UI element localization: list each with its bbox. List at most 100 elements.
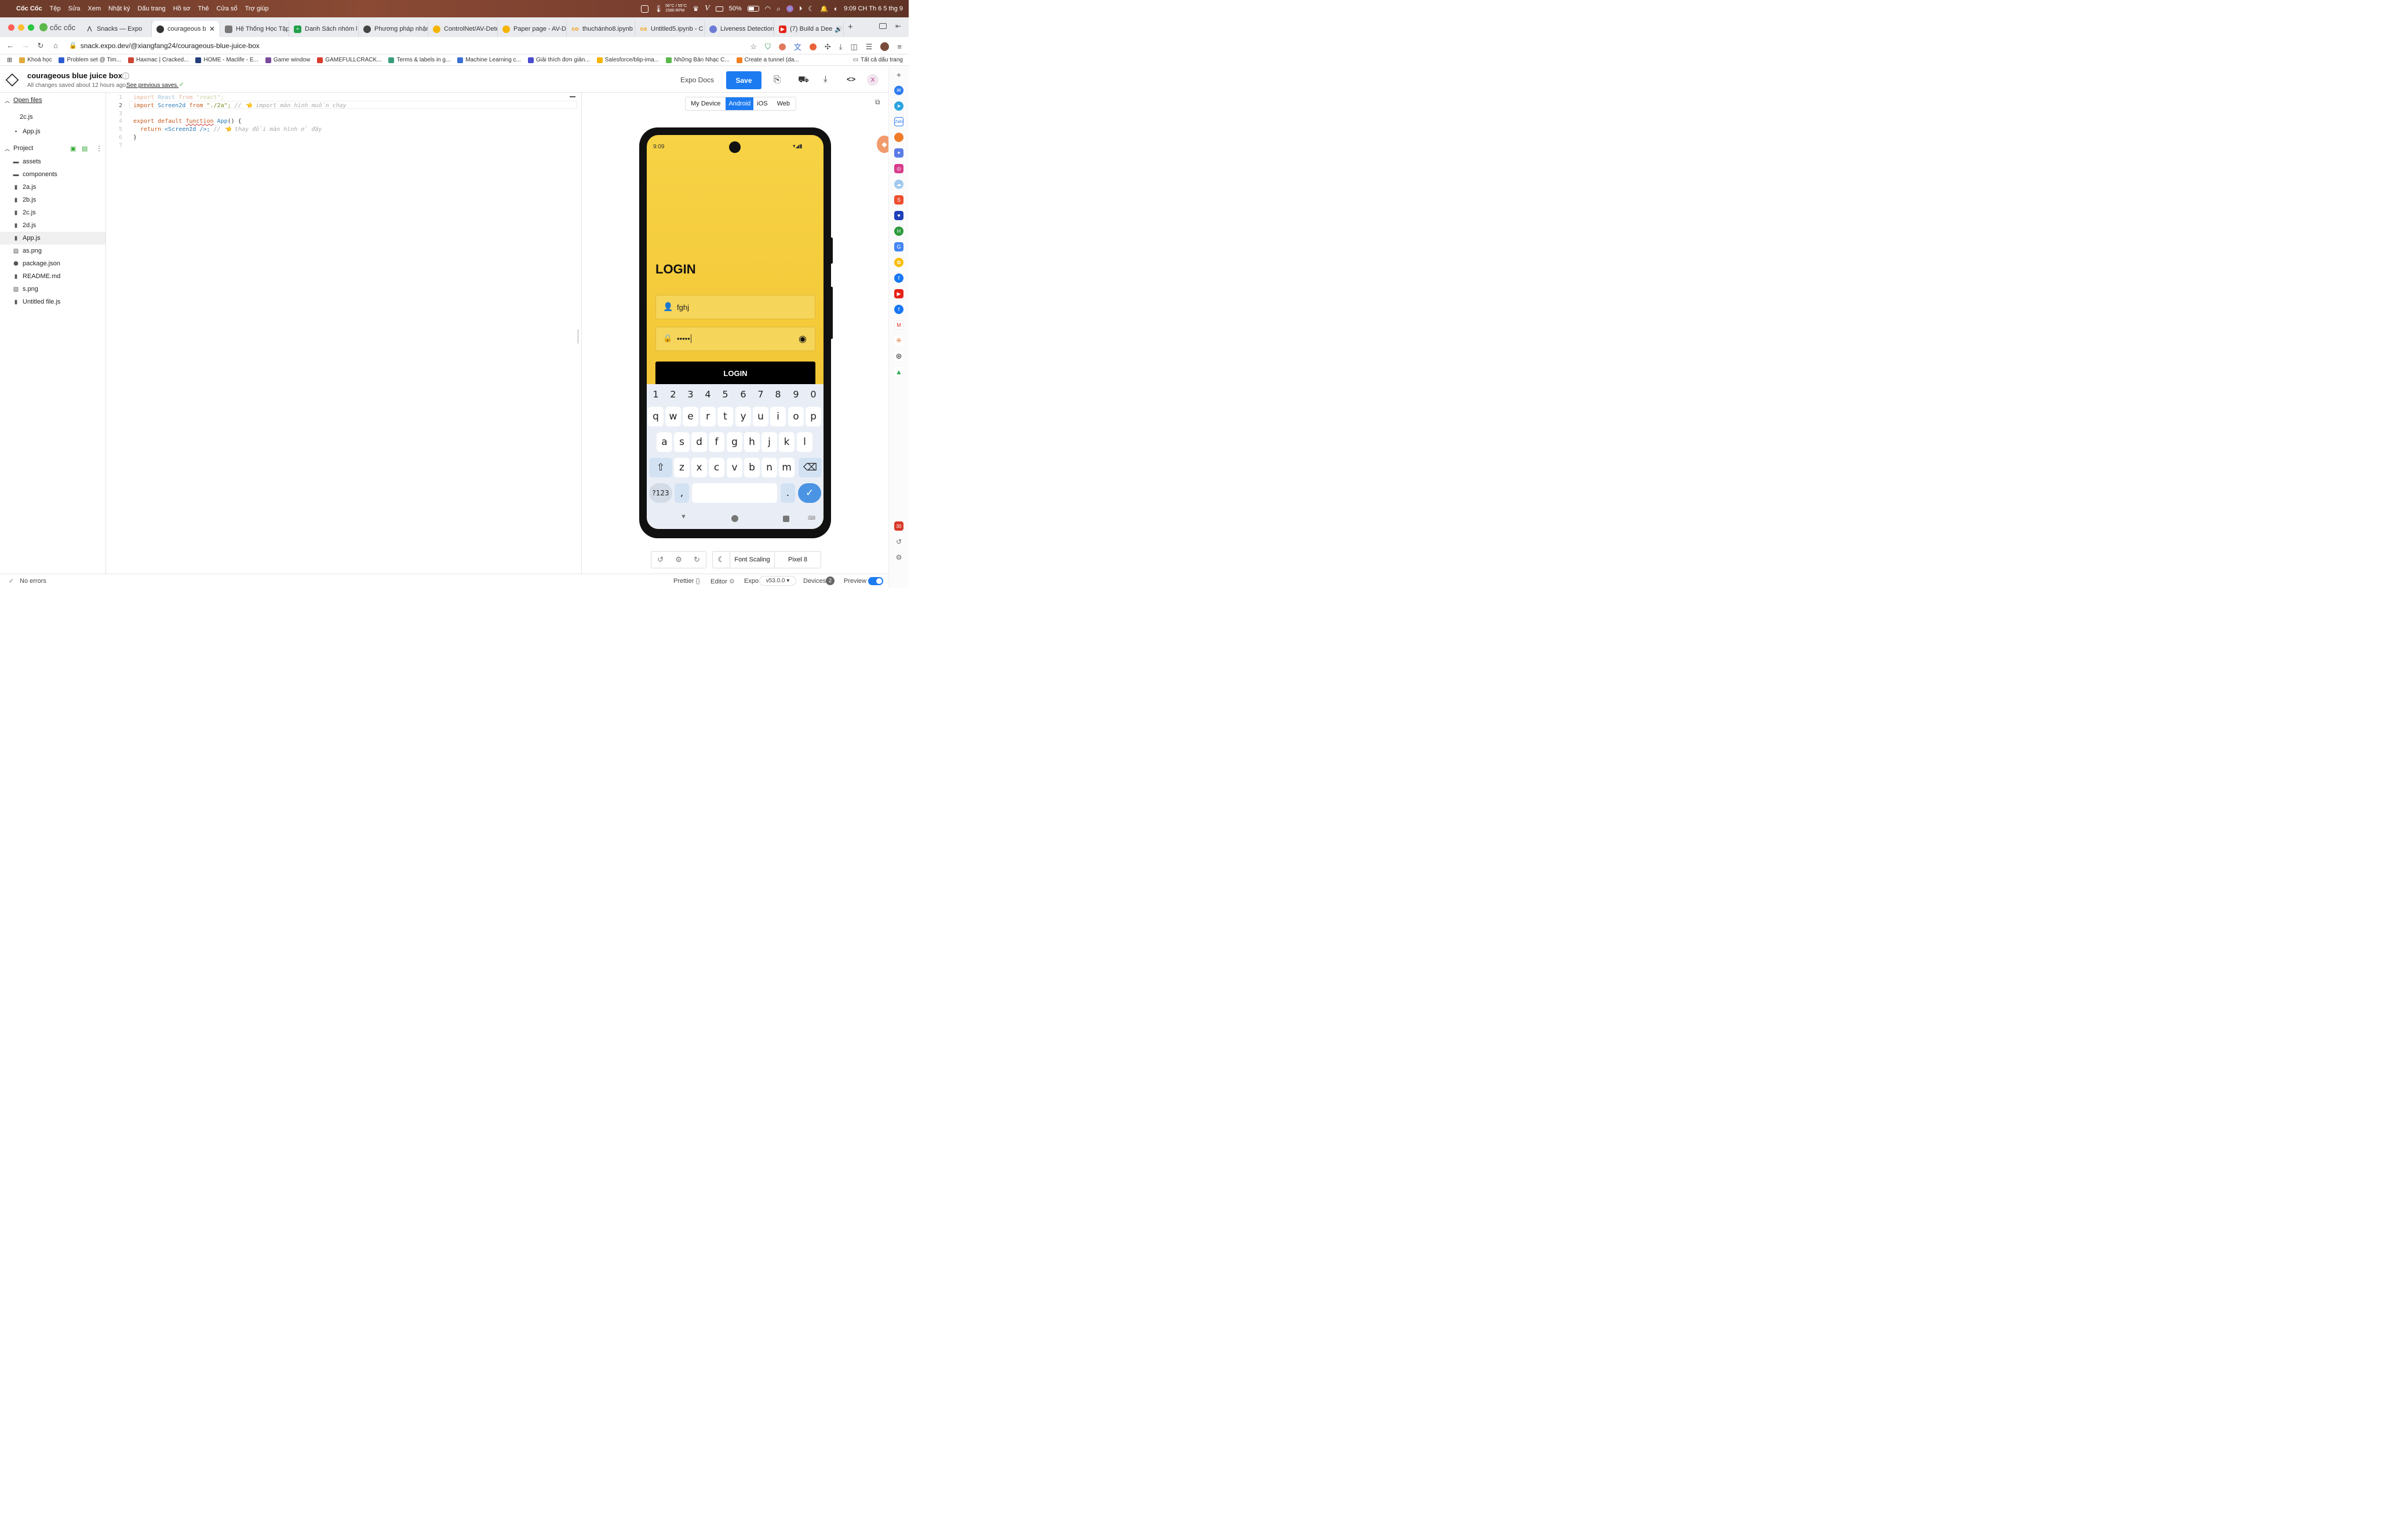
messenger-icon[interactable]: ✉ bbox=[894, 86, 903, 95]
zalo-icon[interactable]: Zalo bbox=[894, 117, 903, 126]
keyboard-letter-key[interactable]: k bbox=[779, 432, 795, 452]
editor-settings-button[interactable]: Editor ⚙ bbox=[710, 578, 735, 585]
keyboard-number-key[interactable]: 0 bbox=[806, 388, 821, 400]
sdk-version-select[interactable]: v53.0.0 ▾ bbox=[759, 576, 796, 586]
add-app-icon[interactable]: + bbox=[894, 70, 903, 79]
tab-youtube[interactable]: ▶ (7) Build a Dee 🔊 bbox=[774, 21, 844, 37]
h-app-icon[interactable]: H bbox=[894, 227, 903, 236]
done-check-icon[interactable]: ✓ bbox=[798, 483, 821, 503]
extension-red-icon[interactable] bbox=[809, 43, 817, 50]
keyboard-number-key[interactable]: 8 bbox=[770, 388, 786, 400]
keyboard-letter-key[interactable]: j bbox=[761, 432, 777, 452]
snack-logo-icon[interactable] bbox=[5, 73, 19, 87]
lazada-icon[interactable]: ♥ bbox=[894, 211, 903, 220]
close-window-button[interactable] bbox=[8, 24, 14, 31]
preview-toggle[interactable] bbox=[868, 577, 883, 585]
keyboard-letter-key[interactable]: z bbox=[674, 458, 690, 477]
nav-back-icon[interactable]: ▼ bbox=[680, 513, 687, 520]
keyboard-letter-key[interactable]: l bbox=[797, 432, 812, 452]
keyboard-number-key[interactable]: 3 bbox=[683, 388, 698, 400]
menu-item-history[interactable]: Nhật ký bbox=[108, 5, 130, 12]
keyboard-letter-key[interactable]: c bbox=[709, 458, 724, 477]
tab-my-device[interactable]: My Device bbox=[686, 97, 726, 110]
minimize-window-button[interactable] bbox=[18, 24, 24, 31]
moon-icon[interactable]: ☾ bbox=[808, 5, 814, 13]
bookmark-item[interactable]: Game window bbox=[265, 57, 310, 63]
temp-readout[interactable]: 56°C / 55°C 1580 RPM bbox=[665, 4, 687, 13]
lock-icon[interactable]: 🔒 bbox=[69, 42, 77, 49]
bookmark-item[interactable]: Giải thích đơn giản... bbox=[527, 57, 590, 63]
info-icon[interactable]: i bbox=[122, 72, 129, 79]
control-center-icon[interactable]: ◐ bbox=[834, 5, 838, 13]
keyboard-number-key[interactable]: 6 bbox=[735, 388, 751, 400]
tab-liveness[interactable]: Liveness Detection bbox=[705, 21, 774, 37]
history-icon[interactable]: ↺ bbox=[894, 537, 903, 546]
menu-item-file[interactable]: Tệp bbox=[50, 5, 61, 12]
username-field[interactable]: 👤 fghj bbox=[655, 295, 815, 319]
zoom-window-button[interactable] bbox=[28, 24, 34, 31]
keyboard-letter-key[interactable]: o bbox=[788, 407, 804, 426]
bookmark-item[interactable]: Machine Learning c... bbox=[457, 57, 521, 63]
claude-icon[interactable]: ✳ bbox=[894, 336, 903, 345]
shopee-icon[interactable]: S bbox=[894, 195, 903, 205]
expo-go-icon[interactable]: ⛟ bbox=[798, 75, 809, 86]
file-item[interactable]: ▨ s.png bbox=[0, 283, 105, 295]
bookmark-item[interactable]: GAMEFULLCRACK... bbox=[317, 57, 381, 63]
weather-icon[interactable]: ☁ bbox=[894, 180, 903, 189]
keyboard-letter-key[interactable]: v bbox=[727, 458, 742, 477]
more-options-icon[interactable]: ⋮ bbox=[96, 144, 103, 152]
keyboard-letter-key[interactable]: d bbox=[691, 432, 707, 452]
save-button[interactable]: Save bbox=[726, 71, 761, 89]
facebook-icon[interactable]: f bbox=[894, 305, 903, 314]
comma-key[interactable]: , bbox=[675, 483, 689, 503]
reload-icon[interactable]: ↻ bbox=[33, 41, 48, 50]
play-icon[interactable]: ⏵ bbox=[799, 5, 803, 13]
keyboard-letter-key[interactable]: p bbox=[806, 407, 821, 426]
device-select[interactable]: Pixel 8 bbox=[775, 552, 821, 568]
keyboard-letter-key[interactable]: h bbox=[744, 432, 760, 452]
errors-status[interactable]: No errors bbox=[20, 578, 46, 585]
file-item[interactable]: ▮ 2d.js bbox=[0, 219, 105, 232]
symbols-key[interactable]: ?123 bbox=[649, 483, 672, 503]
tab-phuong-phap[interactable]: Phương pháp nhận bbox=[359, 21, 428, 37]
google-drive-icon[interactable]: ▲ bbox=[894, 367, 903, 377]
tab-web[interactable]: Web bbox=[771, 97, 796, 110]
keyboard-icon[interactable] bbox=[715, 6, 723, 12]
bookmark-item[interactable]: HOME - Maclife - E... bbox=[195, 57, 258, 63]
keyboard-number-key[interactable]: 7 bbox=[753, 388, 768, 400]
keyboard-letter-key[interactable]: a bbox=[657, 432, 672, 452]
bookmark-item[interactable]: Terms & labels in g... bbox=[388, 57, 450, 63]
battery-icon[interactable] bbox=[747, 6, 759, 12]
file-item[interactable]: ▮ Untitled file.js bbox=[0, 295, 105, 308]
previous-saves-link[interactable]: See previous saves. bbox=[126, 82, 178, 89]
code-editor[interactable]: 1 2 3 4 5 6 7 import React from "react";… bbox=[106, 93, 581, 574]
new-tab-button[interactable]: + bbox=[848, 22, 853, 32]
tab-search-icon[interactable] bbox=[879, 23, 887, 29]
back-arrow-icon[interactable]: ← bbox=[3, 41, 18, 50]
extensions-puzzle-icon[interactable]: ✣ bbox=[825, 42, 831, 52]
keyboard-number-key[interactable]: 5 bbox=[717, 388, 733, 400]
expo-docs-link[interactable]: Expo Docs bbox=[680, 76, 714, 84]
password-field[interactable]: 🔒 ••••• ◉ bbox=[655, 327, 815, 351]
open-file-item[interactable]: 2c.js bbox=[0, 111, 105, 123]
tab-danh-sach[interactable]: + Danh Sách nhóm l bbox=[289, 21, 359, 37]
backspace-key-icon[interactable]: ⌫ bbox=[799, 458, 822, 477]
all-bookmarks[interactable]: ▭ Tất cả dấu trang bbox=[853, 57, 903, 63]
chatgpt-sidebar-icon[interactable]: ⊛ bbox=[894, 352, 903, 361]
prettier-button[interactable]: Prettier {} bbox=[673, 578, 700, 585]
bookmark-item[interactable]: Problem set @ Tim... bbox=[59, 57, 121, 63]
apps-grid-icon[interactable]: ⊞ bbox=[7, 56, 12, 64]
file-item[interactable]: ⬢ package.json bbox=[0, 257, 105, 270]
url-field[interactable]: snack.expo.dev/@xiangfang24/courageous-b… bbox=[81, 42, 260, 50]
download-project-icon[interactable]: ⤓ bbox=[824, 74, 828, 84]
adjust-icon[interactable]: ⚙ bbox=[675, 555, 682, 564]
user-avatar[interactable]: X bbox=[867, 74, 879, 86]
tab-snacks-expo[interactable]: Λ Snacks — Expo bbox=[81, 21, 152, 37]
menu-item-help[interactable]: Trợ giúp bbox=[245, 5, 269, 12]
telegram-icon[interactable]: ➤ bbox=[894, 101, 903, 111]
keyboard-number-key[interactable]: 1 bbox=[648, 388, 664, 400]
calendar-icon[interactable]: 30 bbox=[894, 521, 903, 531]
tab-android[interactable]: Android bbox=[726, 97, 754, 110]
notification-icon[interactable]: 🔔 bbox=[820, 5, 828, 13]
bookmark-item[interactable]: Salesforce/blip-ima... bbox=[596, 57, 659, 63]
